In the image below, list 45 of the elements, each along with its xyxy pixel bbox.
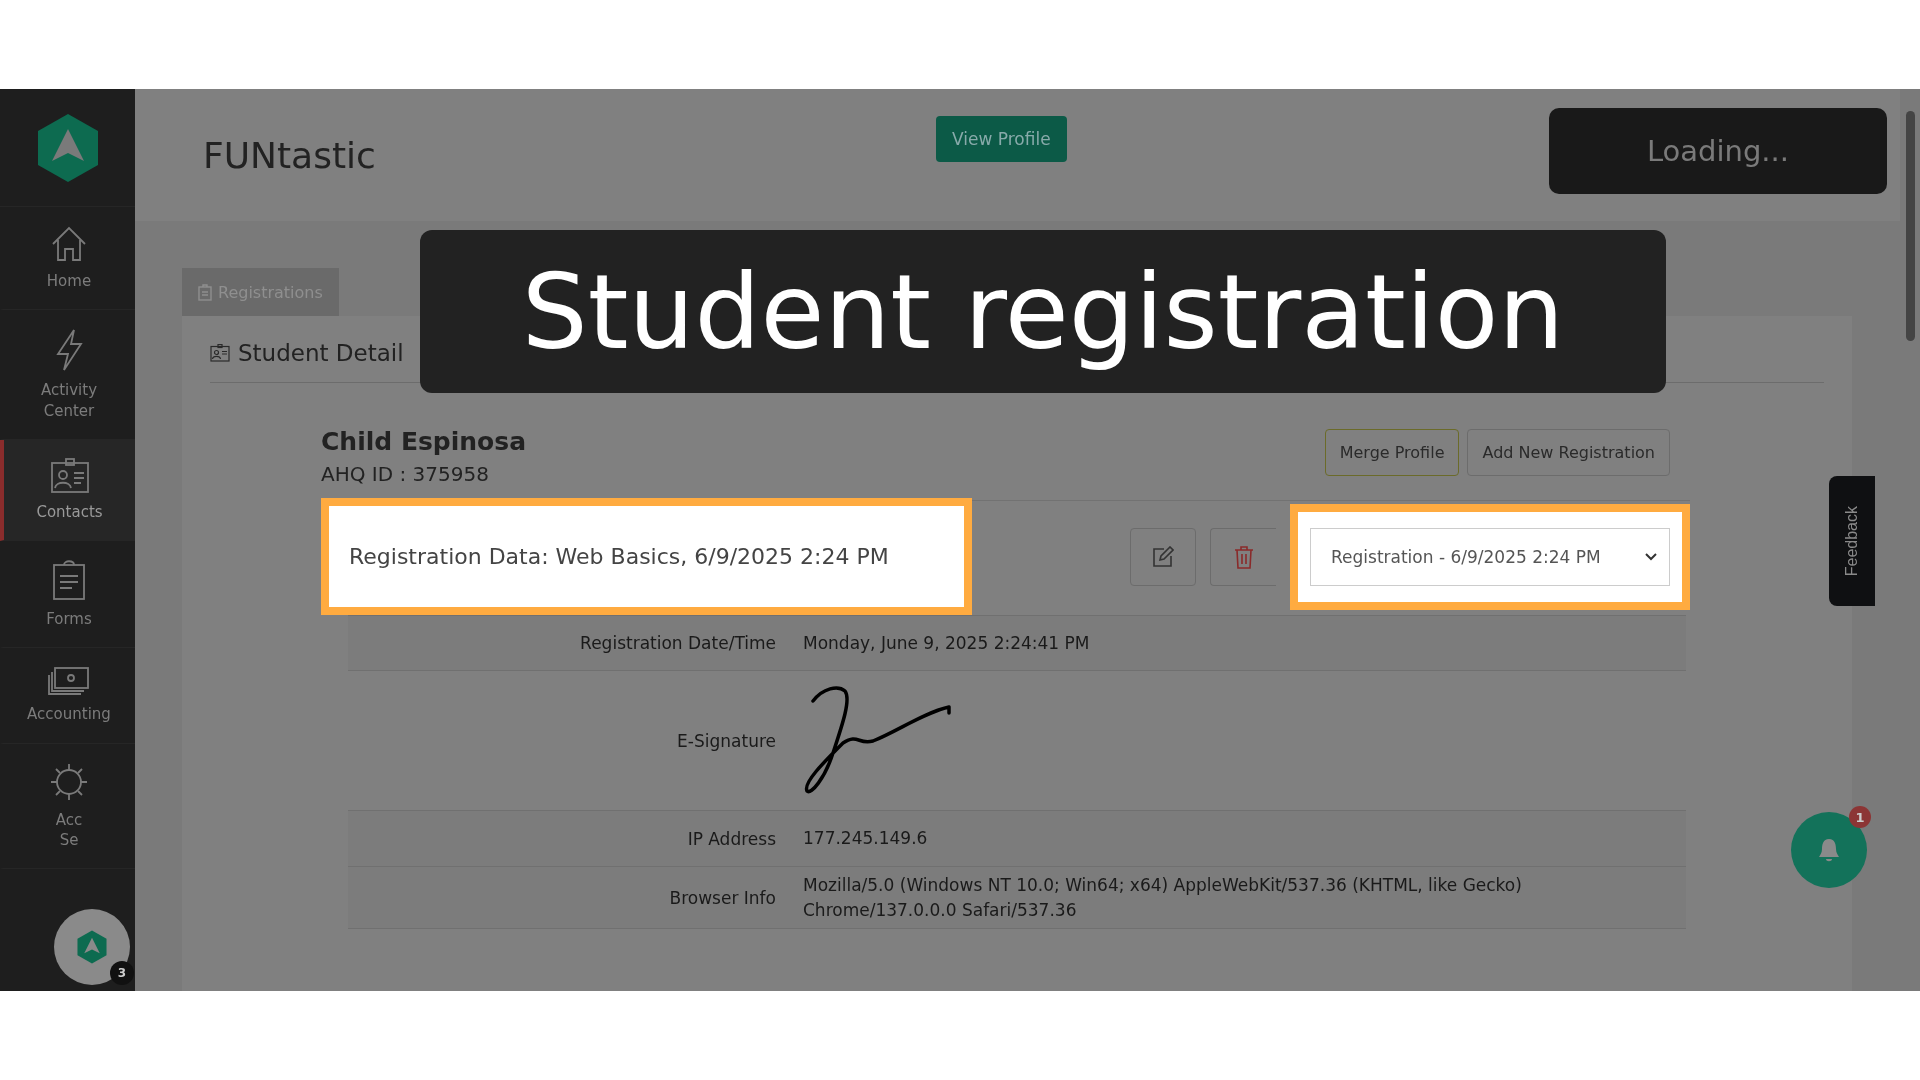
- delete-button[interactable]: [1210, 527, 1276, 586]
- logo-icon: [77, 930, 107, 964]
- sidebar-label: Home: [46, 271, 92, 292]
- section-title: Student Detail: [238, 340, 404, 366]
- view-profile-button[interactable]: View Profile: [936, 116, 1067, 162]
- field-value: Monday, June 9, 2025 2:24:41 PM: [803, 631, 1090, 655]
- loading-toast: Loading...: [1549, 108, 1887, 194]
- sidebar-label: Contacts: [36, 501, 103, 522]
- field-value: 177.245.149.6: [803, 827, 928, 851]
- bell-icon: [1817, 837, 1841, 863]
- field-label: IP Address: [686, 828, 776, 849]
- clipboard-icon: [52, 559, 86, 601]
- contact-card-icon: [49, 457, 90, 494]
- home-icon: [50, 225, 88, 263]
- sidebar-item[interactable]: Contacts: [0, 439, 135, 541]
- field-value: Mozilla/5.0 (Windows NT 10.0; Win64; x64) AppleWebKit/537.36 (KHTML, like Gecko) Chrome/137.0.0.0 Safari/537.36: [803, 874, 1523, 922]
- add-registration-button[interactable]: Add New Registration: [1467, 429, 1670, 476]
- caption-banner: Student registration: [420, 230, 1666, 393]
- logo-icon[interactable]: [36, 112, 99, 183]
- student-name: Child Espinosa: [321, 427, 527, 456]
- merge-profile-button[interactable]: Merge Profile: [1324, 429, 1460, 476]
- count-badge: 1: [1849, 806, 1871, 828]
- lightning-icon: [54, 328, 84, 373]
- registration-heading: Registration Data: Web Basics, 6/9/2025 2:24 PM: [321, 498, 972, 615]
- gear-icon: [49, 761, 89, 802]
- student-id: AHQ ID : 375958: [321, 462, 490, 486]
- trash-icon: [1233, 544, 1254, 569]
- feedback-tab[interactable]: Feedback: [1829, 476, 1875, 606]
- sidebar-label: Acc Se: [55, 809, 83, 850]
- sidebar-label: Accounting: [27, 704, 111, 725]
- sidebar-label: Forms: [46, 609, 92, 630]
- sidebar-label: Activity Center: [40, 380, 98, 421]
- edit-button[interactable]: [1130, 527, 1196, 586]
- edit-icon: [1152, 545, 1174, 568]
- chevron-down-icon: [1645, 552, 1657, 561]
- field-label: E-Signature: [676, 730, 776, 751]
- contact-card-icon: [210, 344, 230, 362]
- field-label: Browser Info: [668, 887, 776, 908]
- registration-dropdown[interactable]: Registration - 6/9/2025 2:24 PM: [1310, 527, 1670, 586]
- count-badge: 3: [110, 961, 134, 985]
- clipboard-icon: [198, 283, 212, 301]
- scrollbar[interactable]: [1900, 89, 1920, 991]
- page-title: FUNtastic: [203, 134, 377, 176]
- field-label: Registration Date/Time: [579, 633, 776, 653]
- money-icon: [48, 666, 90, 697]
